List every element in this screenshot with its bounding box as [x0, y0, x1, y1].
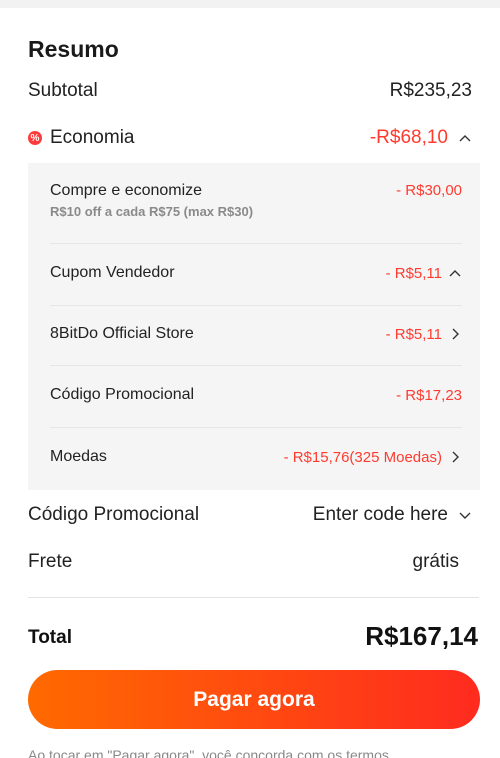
- promo-code-input[interactable]: Enter code here: [313, 504, 448, 526]
- chevron-right-icon[interactable]: [448, 327, 462, 341]
- shipping-value: grátis: [412, 551, 459, 572]
- discount-label: Compre e economize: [50, 182, 203, 199]
- discount-value: - R$5,11: [385, 264, 442, 282]
- chevron-down-icon[interactable]: [458, 508, 472, 522]
- discount-label: Moedas: [50, 448, 107, 465]
- discount-breakdown-panel: Compre e economize R$10 off a cada R$75 …: [28, 163, 480, 490]
- divider: [50, 427, 462, 428]
- terms-text: Ao tocar em "Pagar agora", você concorda…: [28, 748, 389, 758]
- pay-now-button[interactable]: Pagar agora: [28, 670, 480, 729]
- chevron-up-icon[interactable]: [448, 266, 462, 280]
- discount-item-promo-code: Código Promocional - R$17,23: [50, 386, 462, 404]
- total-value: R$167,14: [365, 621, 478, 651]
- discount-label: Cupom Vendedor: [50, 264, 175, 281]
- subtotal-label: Subtotal: [28, 80, 98, 101]
- promo-code-row[interactable]: Código Promocional Enter code here: [28, 504, 472, 526]
- discount-value: - R$17,23: [396, 386, 462, 404]
- discount-badge-icon: %: [28, 131, 42, 145]
- promo-code-label: Código Promocional: [28, 504, 200, 525]
- summary-title: Resumo: [28, 36, 119, 62]
- top-divider-bar: [0, 0, 500, 8]
- chevron-up-icon[interactable]: [458, 131, 472, 145]
- chevron-right-icon[interactable]: [448, 450, 462, 464]
- economy-label: Economia: [50, 127, 135, 148]
- subtotal-value: R$235,23: [389, 80, 472, 101]
- shipping-row: Frete grátis: [28, 551, 459, 573]
- discount-value: - R$15,76(325 Moedas): [283, 448, 442, 466]
- discount-item-coins[interactable]: Moedas - R$15,76(325 Moedas): [50, 448, 462, 466]
- discount-hint: R$10 off a cada R$75 (max R$30): [50, 204, 254, 219]
- divider: [50, 305, 462, 306]
- discount-label: Código Promocional: [50, 386, 195, 403]
- divider: [50, 365, 462, 366]
- discount-value: - R$5,11: [385, 325, 442, 343]
- economy-row[interactable]: % Economia -R$68,10: [28, 127, 472, 149]
- discount-item-store[interactable]: 8BitDo Official Store - R$5,11: [50, 325, 462, 343]
- divider: [28, 597, 479, 598]
- subtotal-row: Subtotal R$235,23: [28, 80, 472, 102]
- economy-value: -R$68,10: [369, 127, 448, 148]
- discount-item-seller-coupon[interactable]: Cupom Vendedor - R$5,11: [50, 264, 462, 282]
- shipping-label: Frete: [28, 551, 73, 572]
- divider: [50, 243, 462, 244]
- total-label: Total: [28, 627, 72, 648]
- discount-label: 8BitDo Official Store: [50, 325, 194, 342]
- discount-value: - R$30,00: [396, 182, 462, 199]
- discount-item-buy-save: Compre e economize R$10 off a cada R$75 …: [50, 182, 462, 219]
